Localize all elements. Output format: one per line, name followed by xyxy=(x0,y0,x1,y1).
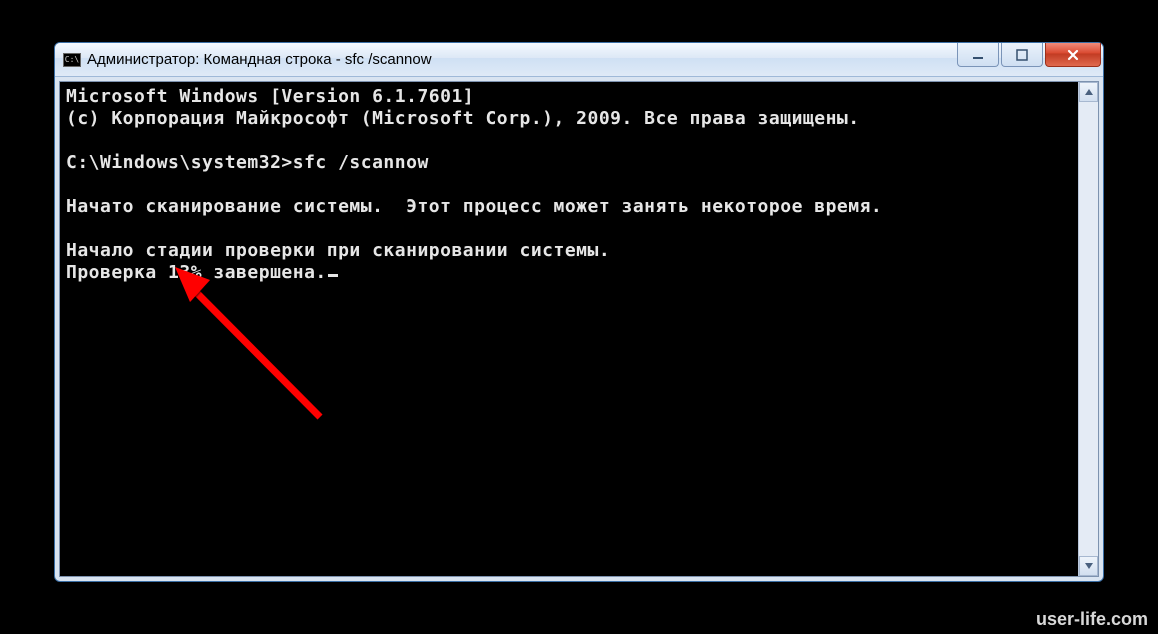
window-controls xyxy=(957,43,1101,76)
chevron-up-icon xyxy=(1085,89,1093,95)
scroll-track[interactable] xyxy=(1079,102,1098,556)
titlebar[interactable]: C:\ Администратор: Командная строка - sf… xyxy=(55,43,1103,77)
maximize-icon xyxy=(1016,49,1028,61)
cursor xyxy=(328,274,338,277)
terminal-line: Начало стадии проверки при сканировании … xyxy=(66,240,610,261)
cmd-icon: C:\ xyxy=(63,53,81,67)
vertical-scrollbar[interactable] xyxy=(1078,82,1098,576)
maximize-button[interactable] xyxy=(1001,43,1043,67)
chevron-down-icon xyxy=(1085,563,1093,569)
terminal-line: C:\Windows\system32>sfc /scannow xyxy=(66,152,429,173)
minimize-icon xyxy=(972,49,984,61)
terminal-output[interactable]: Microsoft Windows [Version 6.1.7601] (c)… xyxy=(60,82,1078,576)
minimize-button[interactable] xyxy=(957,43,999,67)
window-title: Администратор: Командная строка - sfc /s… xyxy=(87,51,957,68)
watermark: user-life.com xyxy=(1036,609,1148,630)
terminal-line: (c) Корпорация Майкрософт (Microsoft Cor… xyxy=(66,108,860,129)
terminal-line: Microsoft Windows [Version 6.1.7601] xyxy=(66,86,474,107)
close-button[interactable] xyxy=(1045,43,1101,67)
terminal-line: Начато сканирование системы. Этот процес… xyxy=(66,196,882,217)
close-icon xyxy=(1066,48,1080,62)
command-prompt-window: C:\ Администратор: Командная строка - sf… xyxy=(54,42,1104,582)
scroll-up-button[interactable] xyxy=(1079,82,1098,102)
scroll-down-button[interactable] xyxy=(1079,556,1098,576)
client-area: Microsoft Windows [Version 6.1.7601] (c)… xyxy=(59,81,1099,577)
terminal-line: Проверка 13% завершена. xyxy=(66,262,327,283)
